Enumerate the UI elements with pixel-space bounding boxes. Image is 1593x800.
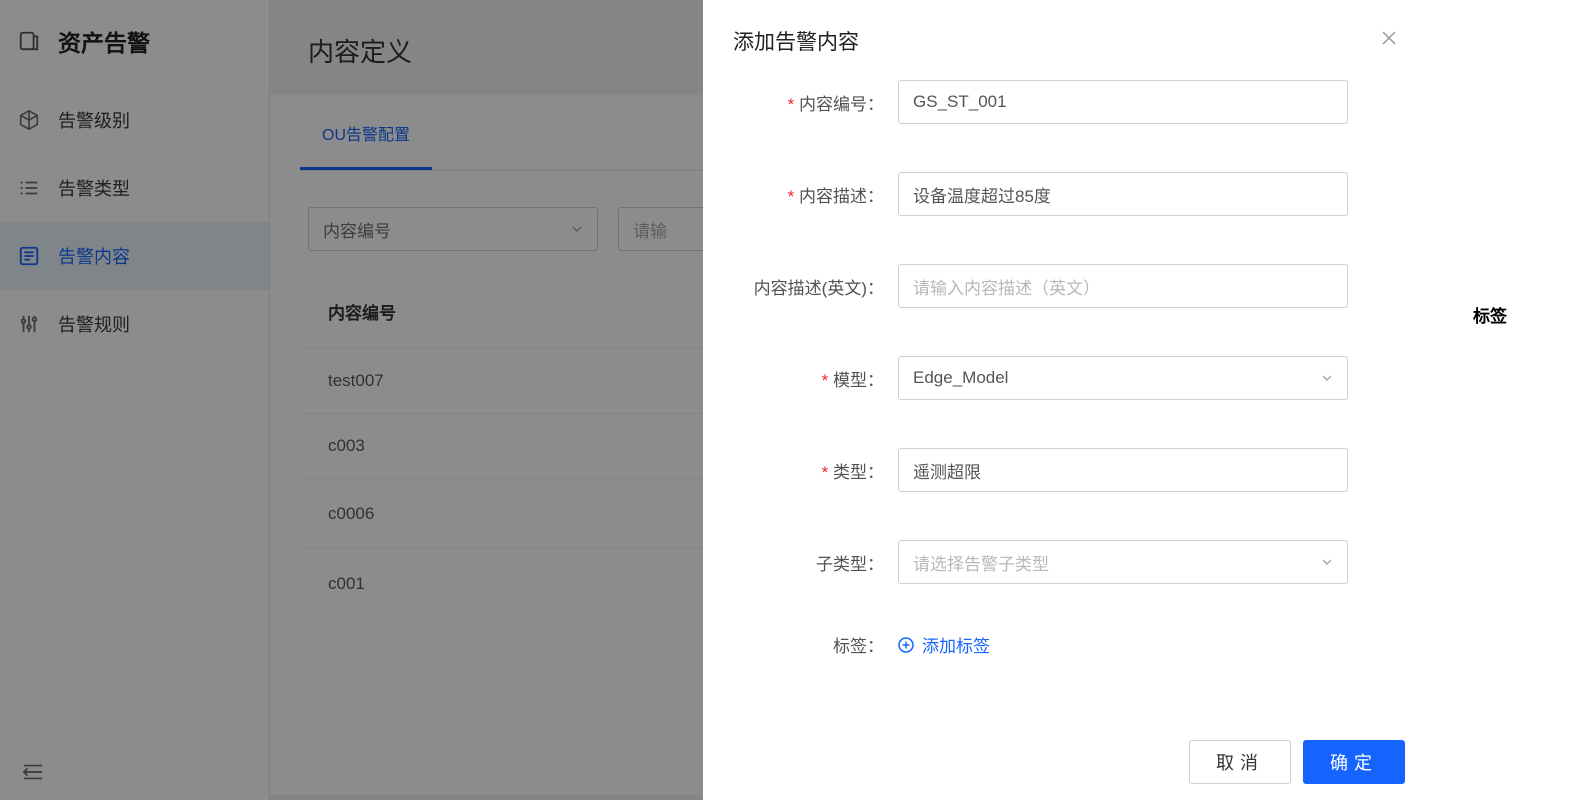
- add-tag-button[interactable]: 添加标签: [898, 632, 990, 657]
- row-subtype: 子类型： 请选择告警子类型: [733, 540, 1403, 584]
- input-type[interactable]: 遥测超限: [898, 448, 1348, 492]
- ok-button-label: 确定: [1330, 749, 1378, 775]
- row-content-desc-en: 内容描述(英文)： 请输入内容描述（英文）: [733, 264, 1403, 308]
- chevron-down-icon: [1321, 556, 1333, 568]
- cancel-button-label: 取消: [1216, 749, 1264, 775]
- input-content-id[interactable]: GS_ST_001: [898, 80, 1348, 124]
- select-subtype[interactable]: 请选择告警子类型: [898, 540, 1348, 584]
- row-tag: 标签： 添加标签: [733, 632, 1403, 658]
- input-content-desc[interactable]: 设备温度超过85度: [898, 172, 1348, 216]
- label-content-id: 内容编号：: [788, 95, 884, 114]
- label-tag: 标签：: [833, 637, 884, 656]
- row-content-desc: 内容描述： 设备温度超过85度: [733, 172, 1403, 216]
- label-model: 模型：: [822, 371, 884, 390]
- close-icon: [1381, 30, 1397, 46]
- plus-circle-icon: [898, 637, 914, 653]
- input-content-desc-en-placeholder: 请输入内容描述（英文）: [913, 274, 1100, 299]
- right-strip: 标签: [1433, 0, 1593, 800]
- label-type: 类型：: [822, 463, 884, 482]
- close-button[interactable]: [1375, 26, 1403, 52]
- add-tag-label: 添加标签: [922, 632, 990, 657]
- ok-button[interactable]: 确定: [1303, 740, 1405, 784]
- row-type: 类型： 遥测超限: [733, 448, 1403, 492]
- label-content-desc-en: 内容描述(英文)：: [754, 279, 884, 298]
- row-model: 模型： Edge_Model: [733, 356, 1403, 400]
- th-tag: 标签: [1473, 302, 1507, 327]
- cancel-button[interactable]: 取消: [1189, 740, 1291, 784]
- input-content-id-value: GS_ST_001: [913, 92, 1007, 112]
- modal-title: 添加告警内容: [733, 26, 859, 56]
- chevron-down-icon: [1321, 372, 1333, 384]
- label-content-desc: 内容描述：: [788, 187, 884, 206]
- modal-form: 内容编号： GS_ST_001 内容描述： 设备温度超过85度 内容描述(英文)…: [703, 74, 1433, 658]
- select-subtype-placeholder: 请选择告警子类型: [913, 550, 1049, 575]
- input-content-desc-en[interactable]: 请输入内容描述（英文）: [898, 264, 1348, 308]
- modal-header: 添加告警内容: [703, 0, 1433, 74]
- select-model-value: Edge_Model: [913, 368, 1008, 388]
- select-model[interactable]: Edge_Model: [898, 356, 1348, 400]
- add-alarm-content-modal: 添加告警内容 内容编号： GS_ST_001 内容描述： 设备温度超过85度 内…: [703, 0, 1433, 800]
- input-content-desc-value: 设备温度超过85度: [913, 182, 1051, 207]
- modal-footer: 取消 确定: [1189, 740, 1405, 784]
- input-type-value: 遥测超限: [913, 458, 981, 483]
- row-content-id: 内容编号： GS_ST_001: [733, 80, 1403, 124]
- label-subtype: 子类型：: [816, 555, 884, 574]
